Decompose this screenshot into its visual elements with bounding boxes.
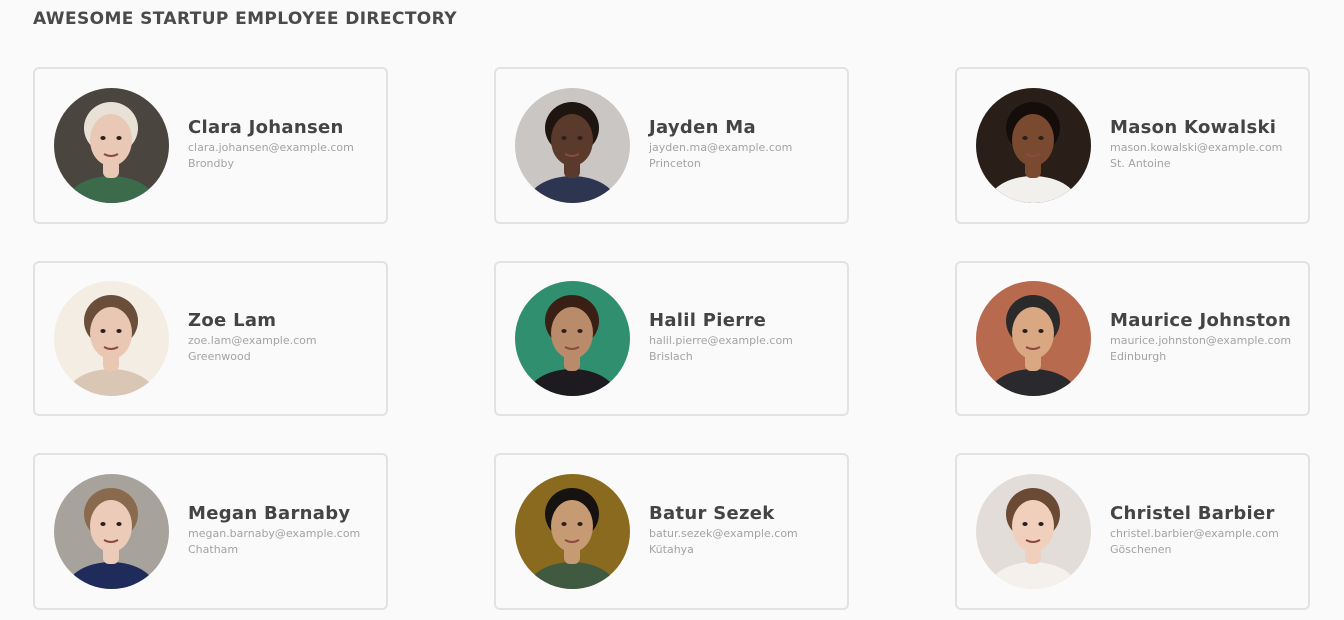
employee-city: Greenwood — [188, 350, 251, 363]
employee-avatar — [515, 281, 630, 396]
employee-email: halil.pierre@example.com — [649, 334, 793, 347]
portrait-photo — [976, 281, 1091, 396]
employee-avatar — [515, 474, 630, 589]
employee-card[interactable]: Christel Barbier christel.barbier@exampl… — [955, 453, 1310, 610]
employee-card[interactable]: Clara Johansen clara.johansen@example.co… — [33, 67, 388, 224]
employee-email: mason.kowalski@example.com — [1110, 141, 1283, 154]
employee-name: Batur Sezek — [649, 503, 775, 524]
employee-avatar — [54, 88, 169, 203]
portrait-photo — [54, 281, 169, 396]
employee-email: batur.sezek@example.com — [649, 527, 798, 540]
employee-name: Zoe Lam — [188, 310, 277, 331]
employee-name: Halil Pierre — [649, 310, 767, 331]
employee-info: Mason Kowalski mason.kowalski@example.co… — [1110, 117, 1282, 172]
employee-card[interactable]: Halil Pierre halil.pierre@example.com Br… — [494, 261, 849, 416]
employee-card[interactable]: Maurice Johnston maurice.johnston@exampl… — [955, 261, 1310, 416]
employee-city: Göschenen — [1110, 543, 1172, 556]
employee-info: Batur Sezek batur.sezek@example.com Küta… — [649, 503, 798, 558]
employee-info: Zoe Lam zoe.lam@example.com Greenwood — [188, 310, 317, 365]
employee-info: Christel Barbier christel.barbier@exampl… — [1110, 503, 1279, 558]
employee-email: clara.johansen@example.com — [188, 141, 354, 154]
employee-email: christel.barbier@example.com — [1110, 527, 1279, 540]
employee-avatar — [515, 88, 630, 203]
employee-name: Maurice Johnston — [1110, 310, 1292, 331]
employee-card[interactable]: Mason Kowalski mason.kowalski@example.co… — [955, 67, 1310, 224]
employee-city: Princeton — [649, 157, 701, 170]
employee-avatar — [54, 474, 169, 589]
employee-card[interactable]: Batur Sezek batur.sezek@example.com Küta… — [494, 453, 849, 610]
employee-city: Edinburgh — [1110, 350, 1167, 363]
employee-name: Jayden Ma — [649, 117, 756, 138]
employee-name: Megan Barnaby — [188, 503, 351, 524]
employee-city: Brondby — [188, 157, 235, 170]
employee-card[interactable]: Zoe Lam zoe.lam@example.com Greenwood — [33, 261, 388, 416]
employee-email: maurice.johnston@example.com — [1110, 334, 1292, 347]
employee-email: megan.barnaby@example.com — [188, 527, 361, 540]
page-title: AWESOME STARTUP EMPLOYEE DIRECTORY — [33, 9, 457, 29]
employee-city: St. Antoine — [1110, 157, 1171, 170]
employee-city: Chatham — [188, 543, 239, 556]
directory-page: AWESOME STARTUP EMPLOYEE DIRECTORY Clara… — [0, 0, 1344, 620]
employee-info: Jayden Ma jayden.ma@example.com Princeto… — [649, 117, 792, 172]
portrait-photo — [54, 474, 169, 589]
portrait-photo — [976, 474, 1091, 589]
employee-avatar — [54, 281, 169, 396]
employee-city: Brislach — [649, 350, 693, 363]
employee-card[interactable]: Megan Barnaby megan.barnaby@example.com … — [33, 453, 388, 610]
employee-grid: Clara Johansen clara.johansen@example.co… — [33, 67, 1310, 610]
employee-card[interactable]: Jayden Ma jayden.ma@example.com Princeto… — [494, 67, 849, 224]
employee-avatar — [976, 281, 1091, 396]
employee-email: jayden.ma@example.com — [649, 141, 793, 154]
employee-info: Megan Barnaby megan.barnaby@example.com … — [188, 503, 360, 558]
employee-email: zoe.lam@example.com — [188, 334, 317, 347]
portrait-photo — [515, 88, 630, 203]
employee-info: Maurice Johnston maurice.johnston@exampl… — [1110, 310, 1291, 365]
employee-info: Halil Pierre halil.pierre@example.com Br… — [649, 310, 793, 365]
portrait-photo — [515, 474, 630, 589]
employee-name: Clara Johansen — [188, 117, 344, 138]
portrait-photo — [976, 88, 1091, 203]
employee-name: Christel Barbier — [1110, 503, 1275, 524]
portrait-photo — [515, 281, 630, 396]
employee-avatar — [976, 88, 1091, 203]
employee-name: Mason Kowalski — [1110, 117, 1277, 138]
portrait-photo — [54, 88, 169, 203]
employee-info: Clara Johansen clara.johansen@example.co… — [188, 117, 354, 172]
employee-avatar — [976, 474, 1091, 589]
employee-city: Kütahya — [649, 543, 694, 556]
